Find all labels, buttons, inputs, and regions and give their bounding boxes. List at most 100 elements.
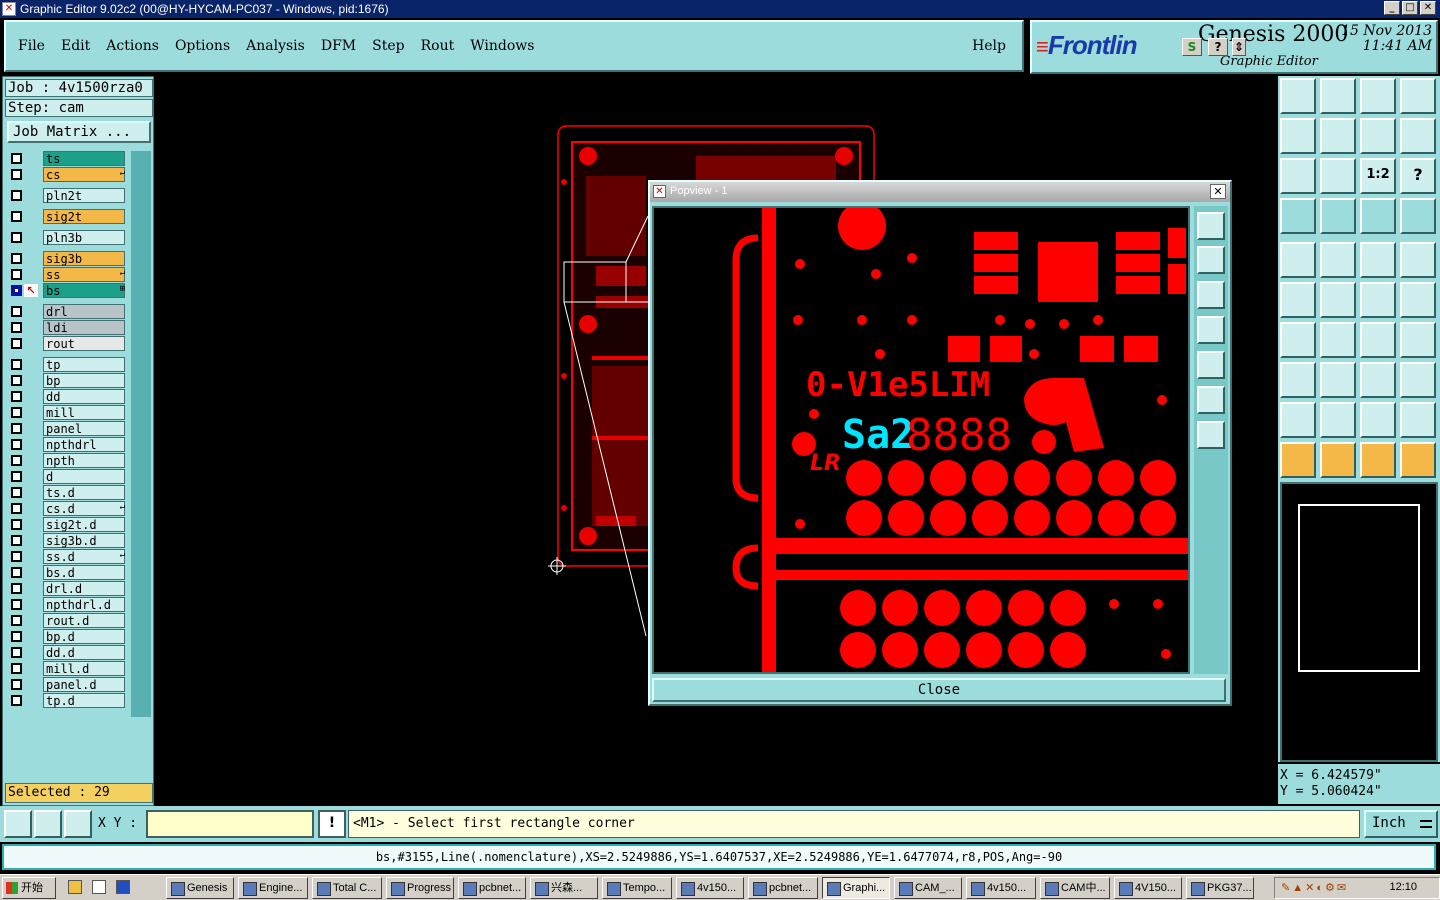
text-a3-icon[interactable] xyxy=(1400,402,1436,438)
layer-name[interactable]: ss.d xyxy=(43,549,125,564)
layer-row[interactable]: ss.d ↵ xyxy=(7,549,129,564)
layer-name[interactable]: ldi xyxy=(43,320,125,335)
popview-close-button[interactable]: Close xyxy=(652,678,1226,702)
layer-checkbox[interactable] xyxy=(11,169,22,180)
layer-checkbox[interactable] xyxy=(11,423,22,434)
s-icon[interactable]: S xyxy=(1182,38,1202,56)
maximize-button[interactable]: □ xyxy=(1402,1,1418,15)
layer-name[interactable]: npthdrl.d xyxy=(43,597,125,612)
copy-icon[interactable] xyxy=(1400,362,1436,398)
tray-icons[interactable]: ✎▲✕◐⚙✉ xyxy=(1281,881,1348,894)
overview-map[interactable] xyxy=(1280,482,1438,762)
layer-row[interactable]: ↖ bs ⊞ xyxy=(7,283,129,298)
grid-icon[interactable] xyxy=(1320,198,1356,234)
add-pad-icon[interactable] xyxy=(1280,242,1316,278)
pointer-select-icon[interactable] xyxy=(1320,442,1356,478)
layer-row[interactable]: pln2t xyxy=(7,188,129,203)
line-pad2-icon[interactable] xyxy=(1400,282,1436,318)
zoom-1-to-2-icon[interactable]: 1:2 xyxy=(1360,158,1396,194)
layer-row[interactable]: ss ↵ xyxy=(7,267,129,282)
layer-row[interactable]: npth xyxy=(7,453,129,468)
triangle-icon[interactable] xyxy=(1280,402,1316,438)
pointer-select2-icon[interactable] xyxy=(1360,442,1396,478)
zoom-fit-icon[interactable] xyxy=(1280,158,1316,194)
start-button[interactable]: 开始 xyxy=(2,877,56,899)
layer-row[interactable]: tp xyxy=(7,357,129,372)
layer-name[interactable]: dd xyxy=(43,389,125,404)
menu-actions[interactable]: Actions xyxy=(106,38,159,54)
taskbar-task[interactable]: CAM_... xyxy=(894,877,962,899)
popview-pan-up-icon[interactable] xyxy=(1197,246,1225,274)
layer-checkbox[interactable] xyxy=(11,391,22,402)
layer-row[interactable]: bp xyxy=(7,373,129,388)
layer-name[interactable]: bp xyxy=(43,373,125,388)
layer-row[interactable]: mill.d xyxy=(7,661,129,676)
net-icon[interactable] xyxy=(1360,198,1396,234)
layer-name[interactable]: panel.d xyxy=(43,677,125,692)
layer-row[interactable]: drl.d xyxy=(7,581,129,596)
taskbar-task[interactable]: 4V150... xyxy=(1114,877,1182,899)
layer-row[interactable]: rout xyxy=(7,336,129,351)
layer-row[interactable]: sig2t xyxy=(7,209,129,224)
layer-checkbox[interactable] xyxy=(11,407,22,418)
layer-row[interactable]: mill xyxy=(7,405,129,420)
layer-row[interactable]: sig3b.d xyxy=(7,533,129,548)
units-select[interactable]: Inch xyxy=(1364,810,1438,838)
scroll-arrows-icon[interactable]: ⇕ xyxy=(1232,38,1246,56)
connect-icon[interactable] xyxy=(1280,282,1316,318)
redraw-icon[interactable] xyxy=(1400,118,1436,154)
quicklaunch-app-icon[interactable] xyxy=(116,880,130,894)
dimension-icon[interactable] xyxy=(1360,362,1396,398)
layer-row[interactable]: sig2t.d xyxy=(7,517,129,532)
layer-checkbox[interactable] xyxy=(11,551,22,562)
layer-name[interactable]: tp.d xyxy=(43,693,125,708)
layer-checkbox[interactable] xyxy=(11,503,22,514)
layer-name[interactable]: panel xyxy=(43,421,125,436)
popview-canvas[interactable]: 0-V1e5LIM Sa2 8888 LR xyxy=(652,206,1190,674)
taskbar-task[interactable]: 兴森... xyxy=(530,877,598,899)
layer-name[interactable]: bp.d xyxy=(43,629,125,644)
layer-checkbox[interactable] xyxy=(11,375,22,386)
popview-titlebar[interactable]: ✕ Popview - 1 xyxy=(650,182,1230,202)
pad-select-icon[interactable] xyxy=(1280,362,1316,398)
layer-checkbox[interactable] xyxy=(11,631,22,642)
layer-row[interactable]: d xyxy=(7,469,129,484)
net-highlight-icon[interactable] xyxy=(1400,198,1436,234)
layer-checkbox[interactable] xyxy=(11,583,22,594)
pointer-icon[interactable] xyxy=(1280,442,1316,478)
close-window-button[interactable]: ✕ xyxy=(1420,1,1436,15)
home-down-icon[interactable] xyxy=(1320,78,1356,114)
minimize-button[interactable]: _ xyxy=(1384,1,1400,15)
layer-name[interactable]: bs xyxy=(43,283,125,298)
menu-analysis[interactable]: Analysis xyxy=(246,38,305,54)
layer-row[interactable]: rout.d xyxy=(7,613,129,628)
job-matrix-button[interactable]: Job Matrix ... xyxy=(7,121,151,143)
layer-row[interactable]: panel.d xyxy=(7,677,129,692)
layer-name[interactable]: sig2t xyxy=(43,209,125,224)
layer-name[interactable]: drl xyxy=(43,304,125,319)
layer-checkbox[interactable] xyxy=(11,647,22,658)
window-split-icon[interactable] xyxy=(1400,78,1436,114)
layer-checkbox[interactable] xyxy=(11,439,22,450)
cross-icon[interactable] xyxy=(1320,282,1356,318)
layer-row[interactable]: dd.d xyxy=(7,645,129,660)
layer-checkbox[interactable] xyxy=(11,190,22,201)
layer-row[interactable]: pln3b xyxy=(7,230,129,245)
layer-name[interactable]: npthdrl xyxy=(43,437,125,452)
measure-icon[interactable] xyxy=(1280,198,1316,234)
taskbar-task[interactable]: CAM中... xyxy=(1040,877,1110,899)
layer-name[interactable]: dd.d xyxy=(43,645,125,660)
taskbar-task[interactable]: Genesis xyxy=(166,877,234,899)
menu-dfm[interactable]: DFM xyxy=(321,38,356,54)
layer-name[interactable]: rout xyxy=(43,336,125,351)
quicklaunch-doc-icon[interactable] xyxy=(92,880,106,894)
snap-icon[interactable] xyxy=(4,810,32,838)
layer-name[interactable]: cs xyxy=(43,167,125,182)
home-up-icon[interactable] xyxy=(1280,78,1316,114)
layer-name[interactable]: mill xyxy=(43,405,125,420)
layer-checkbox[interactable] xyxy=(11,679,22,690)
quicklaunch-clock-icon[interactable] xyxy=(68,880,82,894)
add-shape-icon[interactable] xyxy=(1320,242,1356,278)
layer-checkbox[interactable] xyxy=(11,695,22,706)
layer-name[interactable]: sig2t.d xyxy=(43,517,125,532)
